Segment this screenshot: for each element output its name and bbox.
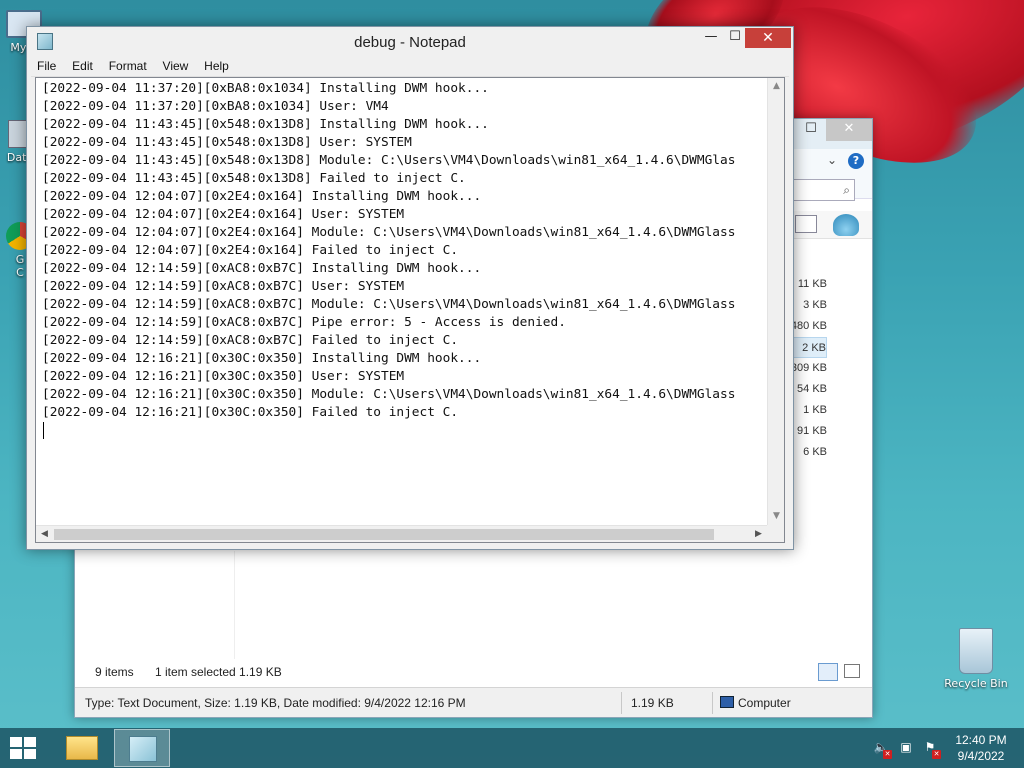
text-line: [2022-09-04 12:16:21][0x30C:0x350] User:…: [42, 369, 405, 384]
network-error-icon[interactable]: ▣: [898, 740, 914, 756]
details-view-button[interactable]: [818, 663, 838, 681]
recycle-bin-icon: [959, 628, 993, 674]
text-line: [2022-09-04 12:04:07][0x2E4:0x164] Insta…: [42, 189, 482, 204]
close-button[interactable]: ✕: [745, 28, 791, 48]
computer-icon: [720, 696, 734, 708]
file-size-text: 1.19 KB: [631, 696, 674, 710]
shell-app-icon[interactable]: [833, 214, 859, 236]
text-editor[interactable]: [2022-09-04 11:37:20][0xBA8:0x1034] Inst…: [35, 77, 785, 543]
scrollbar-corner: [767, 525, 784, 542]
vertical-scrollbar[interactable]: ▲ ▼: [767, 78, 784, 525]
maximize-button[interactable]: ☐: [724, 29, 746, 49]
editor-content[interactable]: [2022-09-04 11:37:20][0xBA8:0x1034] Inst…: [42, 80, 762, 522]
preview-pane-button[interactable]: [795, 215, 817, 233]
explorer-maximize-button[interactable]: ☐: [797, 119, 825, 141]
text-line: [2022-09-04 12:04:07][0x2E4:0x164] Faile…: [42, 243, 459, 258]
search-input[interactable]: ⌕: [793, 179, 855, 201]
text-line: [2022-09-04 12:04:07][0x2E4:0x164] User:…: [42, 207, 405, 222]
clock-date: 9/4/2022: [957, 749, 1005, 763]
menu-file[interactable]: File: [31, 57, 62, 75]
menu-view[interactable]: View: [157, 57, 195, 75]
scroll-left-icon[interactable]: ◀: [36, 526, 53, 542]
text-line: [2022-09-04 12:14:59][0xAC8:0xB7C] Faile…: [42, 333, 459, 348]
file-details-text: Type: Text Document, Size: 1.19 KB, Date…: [85, 696, 466, 710]
navigation-pane: [81, 551, 235, 669]
text-line: [2022-09-04 11:37:20][0xBA8:0x1034] Inst…: [42, 81, 489, 96]
taskbar-file-explorer[interactable]: [56, 729, 112, 767]
notepad-icon: [129, 736, 157, 762]
explorer-close-button[interactable]: ✕: [826, 119, 872, 141]
start-button[interactable]: [10, 737, 38, 759]
chevron-down-icon[interactable]: ⌄: [827, 153, 837, 167]
selection-info: 1 item selected 1.19 KB: [155, 665, 282, 679]
windows-logo-icon: [10, 749, 22, 759]
error-badge: ✕: [883, 750, 892, 759]
text-caret: [43, 422, 44, 439]
text-line: [2022-09-04 11:43:45][0x548:0x13D8] Inst…: [42, 117, 489, 132]
text-line: [2022-09-04 11:43:45][0x548:0x13D8] Modu…: [42, 153, 736, 168]
action-center-error-icon[interactable]: ⚑ ✕: [922, 740, 941, 759]
scroll-up-icon[interactable]: ▲: [768, 78, 784, 95]
network-glyph: ▣: [900, 740, 912, 754]
notepad-titlebar[interactable]: debug - Notepad — ☐ ✕: [27, 27, 793, 57]
item-count: 9 items: [95, 665, 134, 679]
desktop-icon-recycle-bin[interactable]: Recycle Bin: [940, 628, 1012, 690]
help-icon[interactable]: ?: [848, 153, 864, 169]
clock-time: 12:40 PM: [955, 733, 1007, 747]
taskbar-notepad[interactable]: [114, 729, 170, 767]
windows-logo-icon: [10, 737, 22, 747]
text-line: [2022-09-04 12:04:07][0x2E4:0x164] Modul…: [42, 225, 736, 240]
explorer-status-bar: 9 items 1 item selected 1.19 KB: [75, 659, 872, 687]
divider: [712, 692, 713, 714]
text-line: [2022-09-04 11:43:45][0x548:0x13D8] User…: [42, 135, 412, 150]
window-title: debug - Notepad: [354, 34, 466, 51]
taskbar: 🔈 ✕ ▣ ⚑ ✕ 12:40 PM 9/4/2022: [0, 728, 1024, 768]
text-line: [2022-09-04 12:14:59][0xAC8:0xB7C] Modul…: [42, 297, 736, 312]
text-line: [2022-09-04 12:16:21][0x30C:0x350] Modul…: [42, 387, 736, 402]
scroll-down-icon[interactable]: ▼: [768, 508, 784, 525]
desktop-icon-label: Recycle Bin: [944, 677, 1008, 690]
windows-logo-icon: [24, 737, 36, 747]
minimize-button[interactable]: —: [698, 29, 724, 49]
scroll-right-icon[interactable]: ▶: [750, 526, 767, 542]
text-line: [2022-09-04 11:37:20][0xBA8:0x1034] User…: [42, 99, 389, 114]
desktop-icon-label: G C: [15, 253, 25, 279]
search-icon: ⌕: [843, 183, 850, 197]
windows-logo-icon: [24, 749, 36, 759]
menu-help[interactable]: Help: [198, 57, 235, 75]
text-line: [2022-09-04 12:16:21][0x30C:0x350] Faile…: [42, 405, 459, 420]
text-line: [2022-09-04 12:14:59][0xAC8:0xB7C] Pipe …: [42, 315, 566, 330]
text-line: [2022-09-04 12:14:59][0xAC8:0xB7C] Insta…: [42, 261, 482, 276]
menu-format[interactable]: Format: [103, 57, 153, 75]
menu-edit[interactable]: Edit: [66, 57, 99, 75]
volume-muted-icon[interactable]: 🔈 ✕: [873, 740, 892, 759]
text-line: [2022-09-04 12:14:59][0xAC8:0xB7C] User:…: [42, 279, 405, 294]
notepad-window[interactable]: debug - Notepad — ☐ ✕ File Edit Format V…: [26, 26, 794, 550]
horizontal-scroll-thumb[interactable]: [54, 529, 714, 540]
large-icons-view-button[interactable]: [844, 664, 860, 678]
menu-bar: File Edit Format View Help: [31, 57, 789, 77]
text-line: [2022-09-04 12:16:21][0x30C:0x350] Insta…: [42, 351, 482, 366]
horizontal-scrollbar[interactable]: ◀ ▶: [36, 525, 767, 542]
location-text: Computer: [738, 696, 791, 710]
explorer-details-bar: Type: Text Document, Size: 1.19 KB, Date…: [75, 687, 872, 717]
divider: [621, 692, 622, 714]
folder-icon: [66, 736, 98, 760]
text-line: [2022-09-04 11:43:45][0x548:0x13D8] Fail…: [42, 171, 466, 186]
error-badge: ✕: [932, 750, 941, 759]
system-clock[interactable]: 12:40 PM 9/4/2022: [950, 732, 1012, 764]
